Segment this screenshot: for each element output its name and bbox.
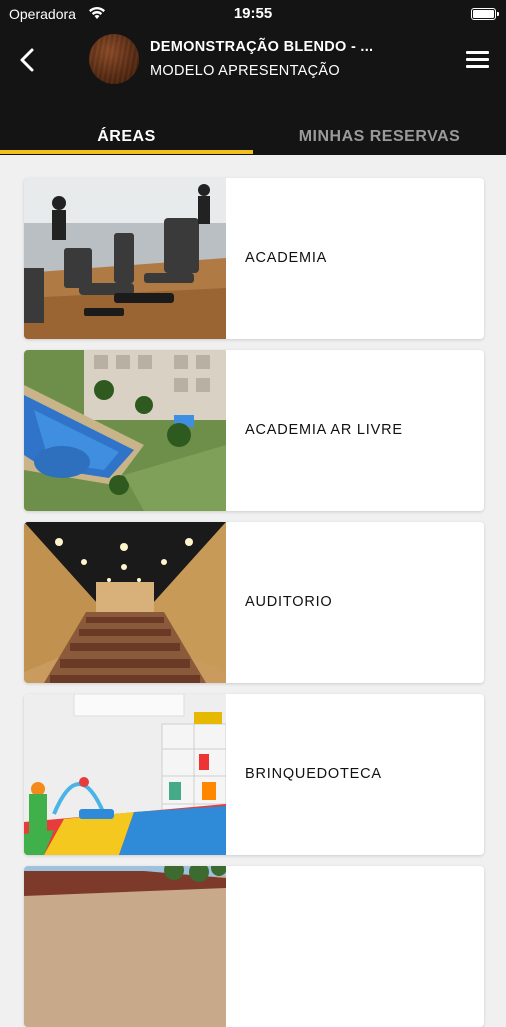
condominium-subtitle: MODELO APRESENTAÇÃO xyxy=(150,63,340,79)
status-bar: Operadora 19:55 xyxy=(0,0,506,28)
condominium-avatar xyxy=(89,34,139,84)
area-label: BRINQUEDOTECA xyxy=(245,766,382,782)
menu-line xyxy=(466,58,489,61)
hamburger-menu-icon xyxy=(466,51,489,54)
building-photo xyxy=(24,866,226,1027)
menu-line xyxy=(466,65,489,68)
back-button[interactable] xyxy=(14,45,44,75)
status-time: 19:55 xyxy=(233,5,273,22)
menu-button[interactable] xyxy=(466,50,490,70)
area-label: ACADEMIA AR LIVRE xyxy=(245,422,403,438)
playroom-photo xyxy=(24,694,226,855)
area-card-auditorio[interactable]: AUDITORIO xyxy=(24,522,484,683)
area-card-academia[interactable]: ACADEMIA xyxy=(24,178,484,339)
area-label: ACADEMIA xyxy=(245,250,328,266)
battery-icon xyxy=(471,8,499,20)
area-card-building[interactable] xyxy=(24,866,484,1027)
condominium-title: DEMONSTRAÇÃO BLENDO - ... xyxy=(150,39,374,55)
area-card-academia-ar-livre[interactable]: ACADEMIA AR LIVRE xyxy=(24,350,484,511)
app-header: Operadora 19:55 DEMONSTRAÇÃO BLENDO - ..… xyxy=(0,0,506,155)
area-label: AUDITORIO xyxy=(245,594,333,610)
auditorium-photo xyxy=(24,522,226,683)
area-card-brinquedoteca[interactable]: BRINQUEDOTECA xyxy=(24,694,484,855)
pool-aerial-photo xyxy=(24,350,226,511)
chevron-left-icon xyxy=(20,48,34,72)
active-tab-indicator xyxy=(0,150,253,154)
tab-my-reservations[interactable]: MINHAS RESERVAS xyxy=(253,128,506,155)
gym-photo xyxy=(24,178,226,339)
